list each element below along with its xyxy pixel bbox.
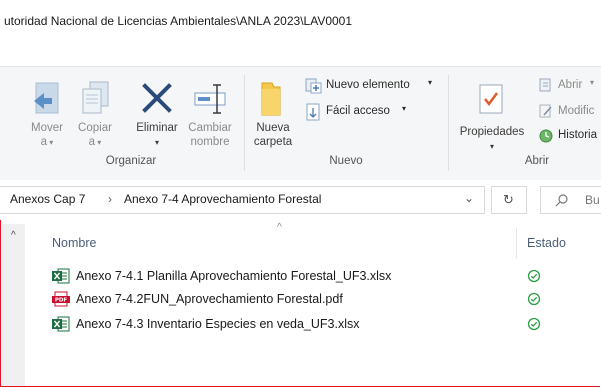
column-header-status[interactable]: Estado: [527, 236, 566, 250]
new-item-button[interactable]: Nuevo elemento ▾: [304, 77, 440, 97]
search-input[interactable]: Bu: [540, 186, 601, 214]
history-button[interactable]: Historia: [538, 127, 601, 147]
delete-label: Eliminar: [136, 122, 178, 134]
collapse-up-icon[interactable]: ^: [11, 230, 16, 241]
file-name: Anexo 7-4.2FUN_Aprovechamiento Forestal.…: [76, 292, 343, 306]
copy-to-label: Copiar: [78, 122, 112, 134]
file-list-area: ^ ^ Nombre Estado Anexo 7-4.1 Planilla A…: [0, 222, 601, 387]
ribbon-separator: [448, 75, 449, 171]
navigation-pane[interactable]: ^: [2, 224, 25, 386]
rename-label-2: nombre: [190, 136, 230, 148]
delete-button[interactable]: Eliminar ▾: [130, 73, 184, 153]
new-folder-button[interactable]: Nueva carpeta: [250, 73, 296, 153]
file-row[interactable]: Anexo 7-4.1 Planilla Aprovechamiento For…: [48, 265, 601, 287]
refresh-icon: ↻: [503, 192, 514, 207]
ribbon-separator: [244, 75, 245, 171]
delete-x-icon: [142, 83, 172, 113]
sync-status-icon: [527, 269, 541, 283]
search-placeholder: Bu: [585, 193, 600, 207]
organize-group-label: Organizar: [105, 155, 157, 167]
copy-to-button[interactable]: Copiar a ▾: [72, 73, 118, 153]
edit-label: Modific: [558, 105, 595, 117]
open-button[interactable]: Abrir ▾: [538, 77, 601, 97]
properties-button[interactable]: Propiedades ▾: [452, 73, 532, 153]
ribbon: Mover a ▾ Copiar a ▾ Eliminar ▾ Cambiar …: [0, 66, 601, 181]
folder-icon: [261, 82, 281, 116]
move-to-label: Mover: [31, 122, 63, 134]
svg-text:PDF: PDF: [55, 298, 68, 304]
sync-status-icon: [527, 292, 541, 306]
dropdown-arrow-icon: ▾: [154, 138, 159, 147]
move-to-button[interactable]: Mover a ▾: [24, 73, 70, 153]
excel-file-icon: [52, 268, 70, 284]
window-title: utoridad Nacional de Licencias Ambiental…: [4, 14, 353, 28]
history-label: Historia: [558, 129, 597, 141]
file-name: Anexo 7-4.3 Inventario Especies en veda_…: [76, 317, 360, 331]
open-icon: [539, 78, 551, 92]
dropdown-arrow-icon: ▾: [47, 138, 54, 147]
new-group-label: Nuevo: [329, 155, 363, 167]
breadcrumb-anexos-cap-7[interactable]: Anexos Cap 7: [10, 192, 85, 206]
properties-label: Propiedades: [459, 126, 525, 138]
dropdown-arrow-icon: ▾: [402, 104, 407, 113]
copy-to-icon: [82, 81, 109, 114]
edit-icon: [539, 104, 552, 118]
address-bar-row: Anexos Cap 7 › Anexo 7-4 Aprovechamiento…: [0, 180, 601, 220]
new-item-icon: [305, 78, 322, 94]
column-header-name[interactable]: Nombre: [52, 236, 96, 250]
search-icon: [555, 194, 568, 207]
refresh-button[interactable]: ↻: [491, 186, 527, 214]
open-label: Abrir: [558, 79, 583, 91]
new-folder-label-2: carpeta: [253, 136, 293, 148]
move-to-icon: [34, 82, 59, 114]
file-row[interactable]: Anexo 7-4.3 Inventario Especies en veda_…: [48, 313, 601, 335]
column-divider: [516, 228, 517, 258]
file-row[interactable]: PDF Anexo 7-4.2FUN_Aprovechamiento Fores…: [48, 288, 601, 310]
rename-label: Cambiar: [188, 122, 232, 134]
breadcrumb-anexo-7-4[interactable]: Anexo 7-4 Aprovechamiento Forestal: [124, 192, 321, 206]
sync-status-icon: [527, 317, 541, 331]
rename-icon: [194, 84, 226, 114]
sort-chevron-icon: ^: [277, 222, 282, 233]
rename-button[interactable]: Cambiar nombre: [184, 73, 236, 153]
dropdown-arrow-icon: ▾: [590, 78, 595, 87]
new-item-label: Nuevo elemento: [326, 79, 410, 91]
address-bar[interactable]: Anexos Cap 7 › Anexo 7-4 Aprovechamiento…: [0, 186, 485, 214]
dropdown-arrow-icon: ▾: [95, 138, 102, 147]
history-icon: [539, 129, 553, 143]
easy-access-button[interactable]: Fácil acceso ▾: [304, 103, 414, 123]
dropdown-arrow-icon: ▾: [428, 78, 433, 87]
dropdown-arrow-icon: ▾: [489, 142, 494, 151]
title-bar: utoridad Nacional de Licencias Ambiental…: [0, 0, 601, 66]
file-name: Anexo 7-4.1 Planilla Aprovechamiento For…: [76, 269, 392, 283]
edit-button[interactable]: Modific: [538, 103, 601, 123]
easy-access-label: Fácil acceso: [326, 105, 390, 117]
properties-icon: [479, 84, 503, 114]
new-folder-label: Nueva: [256, 122, 290, 134]
pdf-file-icon: PDF: [52, 291, 70, 307]
chevron-down-icon[interactable]: ⌄: [464, 191, 474, 205]
breadcrumb-separator-icon: ›: [108, 192, 112, 206]
open-group-label: Abrir: [524, 155, 550, 167]
easy-access-icon: [306, 103, 320, 121]
excel-file-icon: [52, 316, 70, 332]
